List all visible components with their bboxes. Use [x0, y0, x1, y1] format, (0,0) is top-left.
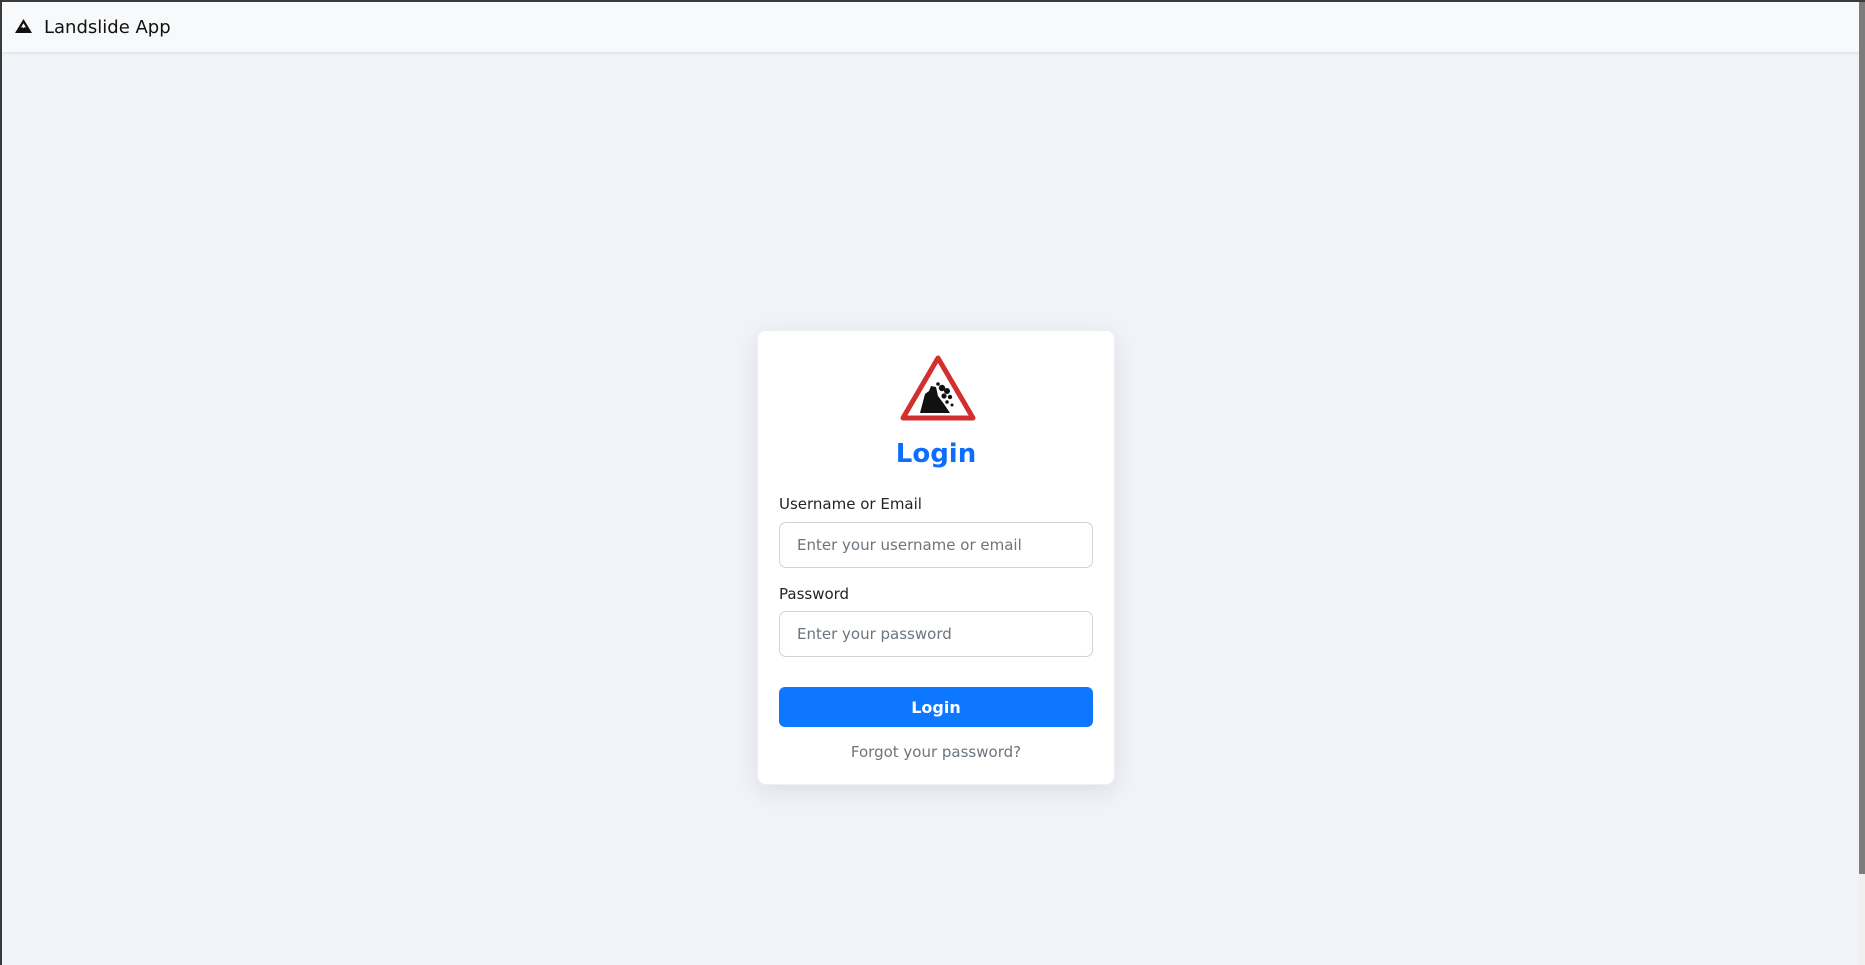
- login-card: Login Username or Email Password Login F…: [757, 330, 1115, 785]
- mountain-icon: [15, 19, 32, 33]
- top-navbar: Landslide App: [2, 2, 1863, 53]
- scrollbar-thumb[interactable]: [1859, 2, 1865, 874]
- login-button[interactable]: Login: [779, 687, 1093, 727]
- username-label: Username or Email: [779, 495, 922, 513]
- brand-link[interactable]: Landslide App: [44, 17, 171, 38]
- app-viewport: Landslide App Login Username or Email Pa…: [0, 0, 1865, 965]
- password-input[interactable]: [779, 611, 1093, 657]
- password-label: Password: [779, 585, 850, 603]
- username-input[interactable]: [779, 522, 1093, 568]
- landslide-warning-sign-icon: [900, 355, 976, 421]
- forgot-password-link[interactable]: Forgot your password?: [758, 743, 1114, 761]
- scrollbar-track[interactable]: [1859, 2, 1865, 965]
- login-title: Login: [895, 439, 977, 469]
